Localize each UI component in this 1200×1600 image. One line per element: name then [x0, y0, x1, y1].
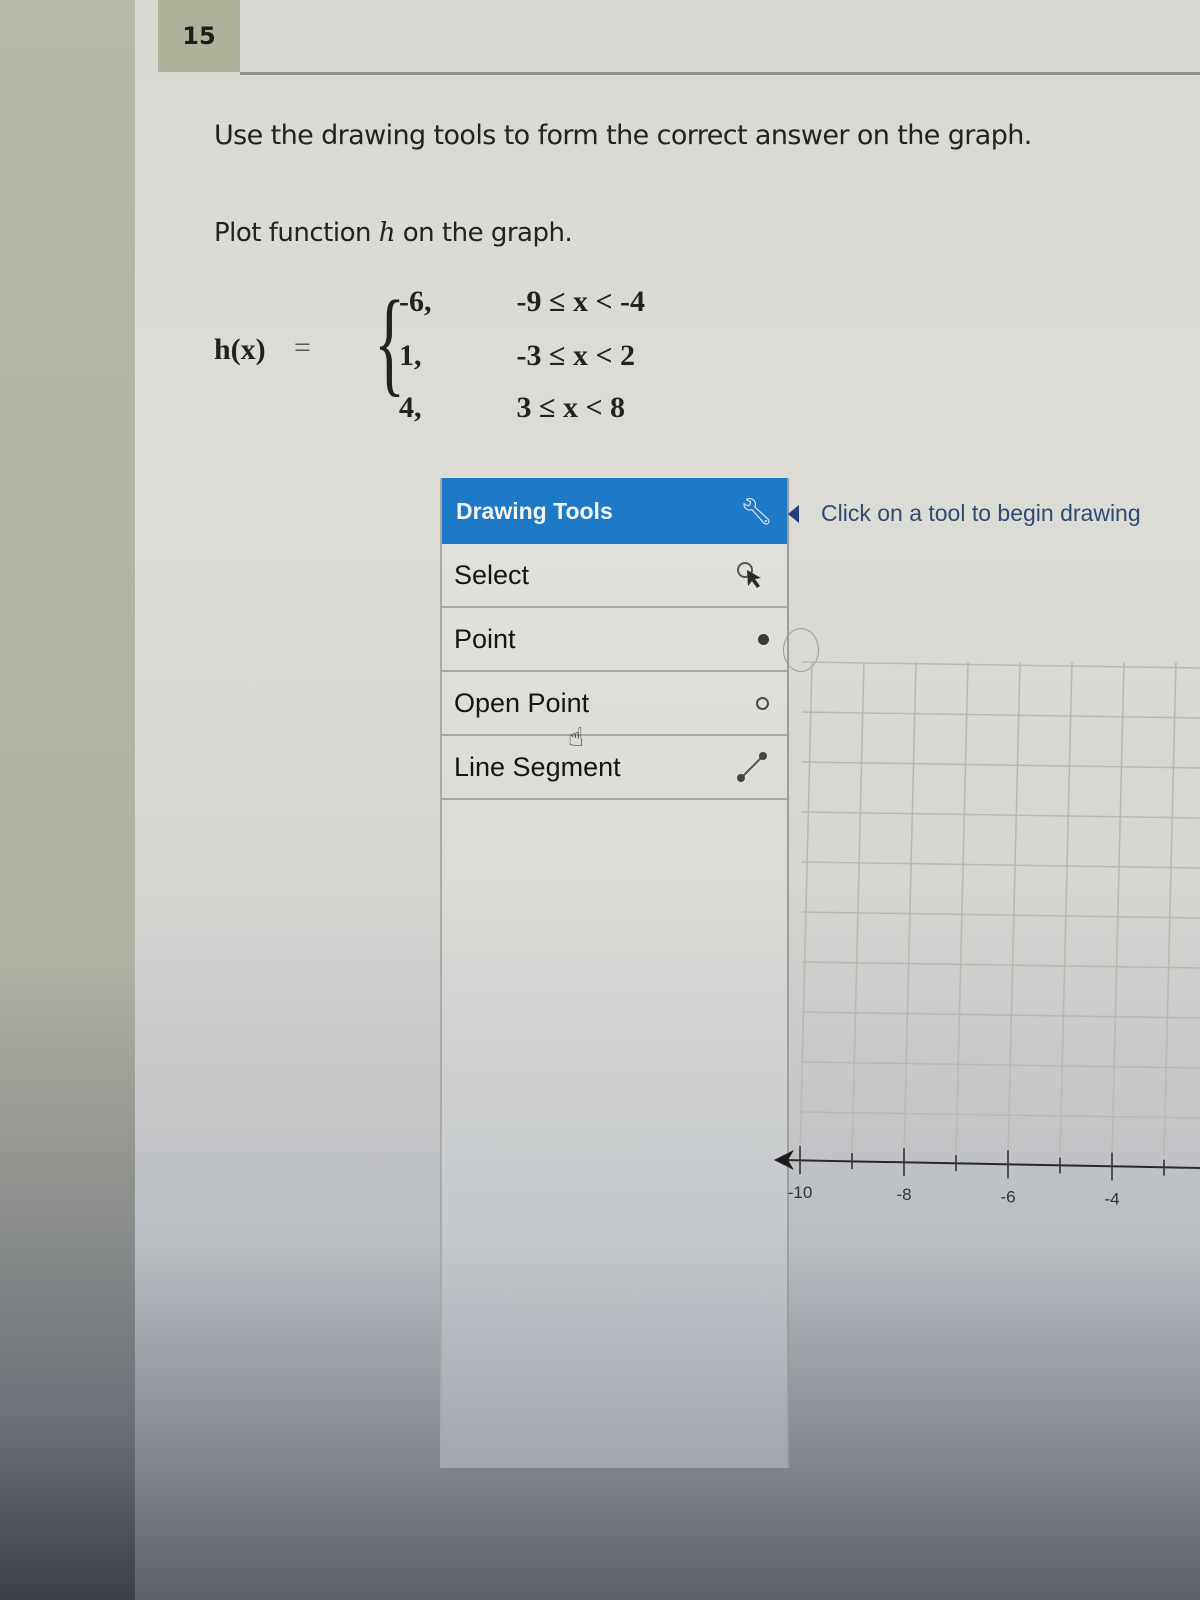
- tool-point[interactable]: Point: [442, 608, 787, 672]
- grid-line-horizontal: [801, 1111, 1200, 1119]
- grid-line-vertical: [1163, 661, 1177, 1157]
- grid-line-horizontal: [801, 1061, 1200, 1069]
- grid-line-horizontal: [801, 661, 1200, 669]
- drawing-tools-header: Drawing Tools 🔧︎: [442, 478, 787, 544]
- select-pointer-icon: [737, 562, 761, 588]
- piece-condition: 3 ≤ x < 8: [516, 391, 626, 424]
- grid-line-horizontal: [801, 961, 1200, 969]
- grid-line-vertical: [1111, 661, 1125, 1157]
- grid-line-vertical: [1059, 661, 1073, 1157]
- drawing-tools-title: Drawing Tools: [456, 497, 613, 524]
- grid-line-horizontal: [801, 911, 1200, 919]
- hint-arrow-icon: [788, 504, 799, 523]
- grid-line-vertical: [851, 661, 865, 1157]
- instruction-text: Use the drawing tools to form the correc…: [214, 120, 1032, 151]
- question-number: 15: [158, 0, 240, 72]
- piece-row: 4, 3 ≤ x < 8: [399, 391, 625, 425]
- grid-line-horizontal: [801, 711, 1200, 719]
- tool-label: Open Point: [454, 687, 590, 718]
- grid-line-vertical: [903, 661, 917, 1157]
- x-axis: [781, 1159, 1200, 1169]
- piece-value: -6,: [399, 285, 432, 318]
- equals-sign: =: [294, 331, 311, 364]
- question-divider: [240, 72, 1200, 75]
- piece-condition: -9 ≤ x < -4: [516, 285, 646, 318]
- piece-row: -6, -9 ≤ x < -4: [399, 285, 645, 319]
- function-lhs: h(x): [214, 333, 266, 366]
- grid-line-horizontal: [801, 861, 1200, 869]
- coordinate-graph[interactable]: -10 -8 -6 -4: [760, 640, 1200, 1240]
- tool-label: Select: [454, 559, 530, 590]
- piece-value: 4,: [399, 391, 422, 424]
- x-tick-label: -6: [1000, 1187, 1015, 1206]
- x-tick-label: -10: [788, 1183, 813, 1202]
- x-tick-label: -4: [1104, 1190, 1119, 1209]
- tool-open-point[interactable]: Open Point: [442, 672, 787, 736]
- prompt-before: Plot function: [214, 218, 379, 248]
- tool-line-segment[interactable]: Line Segment: [442, 736, 787, 800]
- prompt-variable: h: [378, 218, 396, 248]
- piece-row: 1, -3 ≤ x < 2: [399, 339, 635, 373]
- prompt-text: Plot function h on the graph.: [214, 218, 573, 248]
- piece-condition: -3 ≤ x < 2: [516, 339, 636, 372]
- grid-line-horizontal: [801, 811, 1200, 819]
- tool-hint: Click on a tool to begin drawing: [788, 500, 1141, 527]
- hint-text: Click on a tool to begin drawing: [821, 500, 1141, 526]
- hand-cursor-icon: ☝︎: [568, 722, 584, 752]
- x-tick-label: -8: [896, 1185, 911, 1204]
- grid-line-vertical: [955, 661, 969, 1157]
- tool-select[interactable]: Select: [442, 544, 787, 608]
- grid-line-horizontal: [801, 1011, 1200, 1019]
- tool-label: Line Segment: [454, 751, 621, 782]
- tool-label: Point: [454, 623, 516, 654]
- grid-line-vertical: [799, 661, 813, 1157]
- piece-value: 1,: [399, 339, 422, 372]
- left-gutter: [0, 0, 135, 1600]
- drawing-tools-panel: Drawing Tools 🔧︎ Select Point Open Point…: [440, 478, 789, 1468]
- wrench-icon[interactable]: 🔧︎: [740, 496, 773, 527]
- grid-line-vertical: [1007, 661, 1021, 1157]
- prompt-after: on the graph.: [395, 218, 573, 248]
